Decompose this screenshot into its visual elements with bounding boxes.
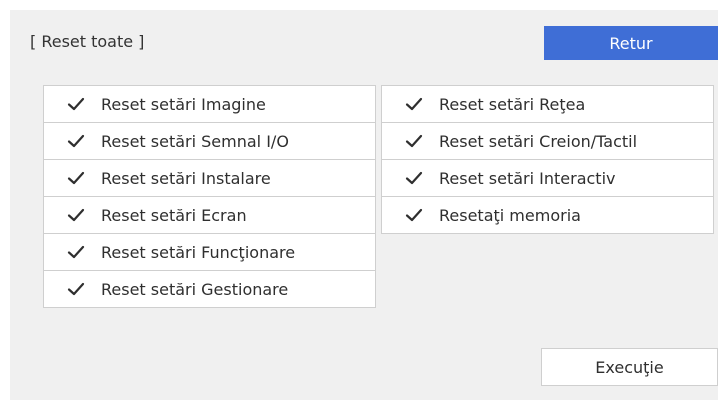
- reset-item-interactive[interactable]: Reset setări Interactiv: [382, 160, 713, 196]
- reset-item-label: Reset setări Imagine: [101, 94, 266, 114]
- checkmark-icon: [67, 134, 85, 148]
- reset-item-label: Reset setări Gestionare: [101, 279, 289, 299]
- reset-item-network[interactable]: Reset setări Reţea: [382, 86, 713, 122]
- reset-item-label: Reset setări Ecran: [101, 205, 247, 225]
- reset-item-management[interactable]: Reset setări Gestionare: [44, 271, 375, 307]
- reset-item-image[interactable]: Reset setări Imagine: [44, 86, 375, 122]
- checkmark-icon: [405, 97, 423, 111]
- reset-item-label: Resetaţi memoria: [439, 205, 581, 225]
- reset-item-signal-io[interactable]: Reset setări Semnal I/O: [44, 123, 375, 159]
- reset-item-label: Reset setări Instalare: [101, 168, 271, 188]
- reset-item-label: Reset setări Creion/Tactil: [439, 131, 638, 151]
- reset-item-label: Reset setări Funcţionare: [101, 242, 296, 262]
- page-title: [ Reset toate ]: [30, 32, 145, 51]
- reset-item-label: Reset setări Reţea: [439, 94, 586, 114]
- reset-item-label: Reset setări Semnal I/O: [101, 131, 289, 151]
- back-button[interactable]: Retur: [544, 26, 718, 60]
- reset-list-right: Reset setări Reţea Reset setări Creion/T…: [381, 85, 714, 234]
- checkmark-icon: [405, 171, 423, 185]
- reset-item-pen-touch[interactable]: Reset setări Creion/Tactil: [382, 123, 713, 159]
- reset-list-left: Reset setări Imagine Reset setări Semnal…: [43, 85, 376, 308]
- reset-item-display[interactable]: Reset setări Ecran: [44, 197, 375, 233]
- reset-item-memory[interactable]: Resetaţi memoria: [382, 197, 713, 233]
- checkmark-icon: [67, 97, 85, 111]
- checkmark-icon: [67, 282, 85, 296]
- checkmark-icon: [405, 134, 423, 148]
- checkmark-icon: [67, 245, 85, 259]
- checkmark-icon: [67, 171, 85, 185]
- checkmark-icon: [67, 208, 85, 222]
- reset-item-installation[interactable]: Reset setări Instalare: [44, 160, 375, 196]
- execute-button[interactable]: Execuţie: [541, 348, 718, 386]
- checkmark-icon: [405, 208, 423, 222]
- reset-item-label: Reset setări Interactiv: [439, 168, 616, 188]
- reset-item-operation[interactable]: Reset setări Funcţionare: [44, 234, 375, 270]
